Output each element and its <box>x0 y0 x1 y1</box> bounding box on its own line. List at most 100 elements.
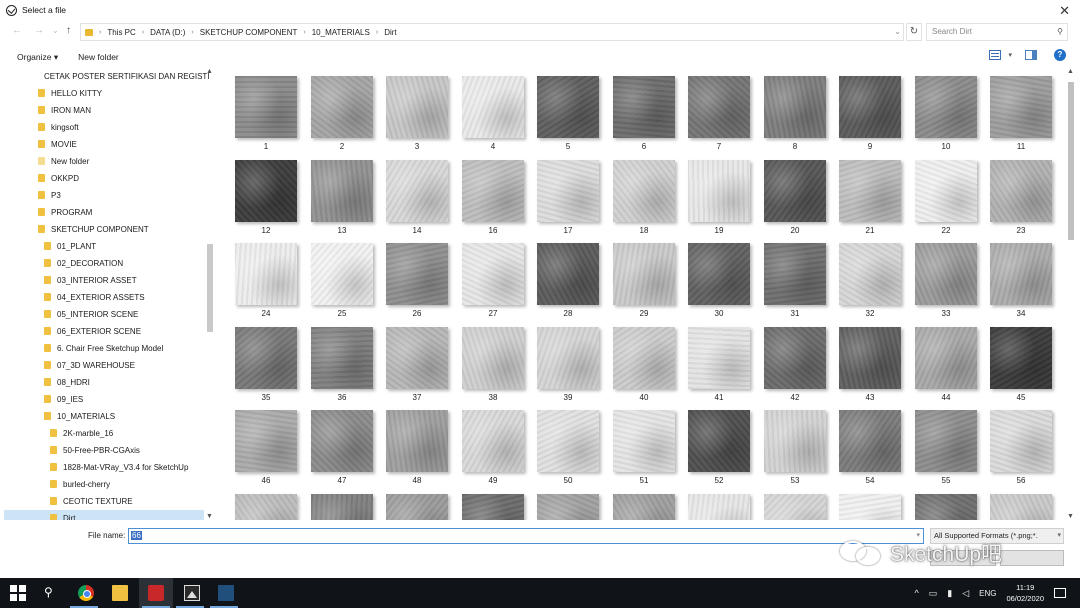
sidebar-folder-item[interactable]: 02_DECORATION <box>0 255 205 271</box>
sidebar-folder-item[interactable]: 06_EXTERIOR SCENE <box>0 323 205 339</box>
file-type-dropdown-icon[interactable]: ▾ <box>1057 529 1061 543</box>
sidebar-folder-item[interactable]: 2K-marble_16 <box>0 425 205 441</box>
texture-thumbnail[interactable] <box>386 327 448 389</box>
change-view-icon[interactable] <box>989 50 1002 60</box>
texture-thumbnail[interactable] <box>613 243 675 305</box>
cancel-button[interactable] <box>1000 550 1064 566</box>
texture-thumbnail[interactable] <box>462 327 524 389</box>
texture-thumbnail[interactable] <box>311 76 373 138</box>
help-icon[interactable]: ? <box>1054 49 1066 61</box>
texture-thumbnail[interactable] <box>839 76 901 138</box>
refresh-icon[interactable]: ↻ <box>906 23 922 41</box>
sidebar-folder-item[interactable]: MOVIE <box>0 136 205 152</box>
texture-thumbnail[interactable] <box>688 76 750 138</box>
texture-thumbnail[interactable] <box>311 494 373 520</box>
texture-thumbnail[interactable] <box>915 494 977 520</box>
texture-thumbnail[interactable] <box>613 76 675 138</box>
texture-thumbnail[interactable] <box>839 327 901 389</box>
scrollbar-thumb[interactable] <box>1068 82 1074 240</box>
texture-thumbnail[interactable] <box>537 327 599 389</box>
texture-thumbnail[interactable] <box>386 243 448 305</box>
new-folder-button[interactable]: New folder <box>78 52 119 62</box>
texture-thumbnail[interactable] <box>839 160 901 222</box>
show-hidden-icons-icon[interactable]: ^ <box>914 588 918 598</box>
texture-thumbnail[interactable] <box>990 243 1052 305</box>
texture-thumbnail[interactable] <box>537 76 599 138</box>
texture-thumbnail[interactable] <box>688 410 750 472</box>
texture-thumbnail[interactable] <box>311 243 373 305</box>
close-icon[interactable]: ✕ <box>1059 3 1070 19</box>
texture-thumbnail[interactable] <box>462 160 524 222</box>
texture-thumbnail[interactable] <box>386 76 448 138</box>
scroll-down-icon[interactable]: ▼ <box>1067 513 1074 520</box>
breadcrumb-this-pc[interactable]: This PC <box>107 28 135 37</box>
texture-thumbnail[interactable] <box>764 327 826 389</box>
sketchup-icon[interactable] <box>148 585 164 601</box>
sidebar-folder-item[interactable]: OKKPD <box>0 170 205 186</box>
sidebar-folder-item[interactable]: 03_INTERIOR ASSET <box>0 272 205 288</box>
up-arrow-icon[interactable]: ↑ <box>66 25 71 36</box>
navigation-scrollbar[interactable]: ▲ ▼ <box>205 68 214 520</box>
texture-thumbnail[interactable] <box>915 160 977 222</box>
sidebar-folder-item[interactable]: HELLO KITTY <box>0 85 205 101</box>
texture-thumbnail[interactable] <box>764 410 826 472</box>
forward-arrow-icon[interactable]: → <box>34 25 44 36</box>
texture-thumbnail[interactable] <box>990 160 1052 222</box>
texture-thumbnail[interactable] <box>235 243 297 305</box>
texture-thumbnail[interactable] <box>235 327 297 389</box>
texture-thumbnail[interactable] <box>839 243 901 305</box>
sidebar-folder-item[interactable]: 01_PLANT <box>0 238 205 254</box>
view-dropdown-icon[interactable]: ▾ <box>1008 51 1012 59</box>
texture-thumbnail[interactable] <box>386 410 448 472</box>
sidebar-folder-item[interactable]: P3 <box>0 187 205 203</box>
texture-thumbnail[interactable] <box>537 243 599 305</box>
sidebar-folder-item[interactable]: New folder <box>0 153 205 169</box>
network-icon[interactable]: ▭ <box>929 588 938 599</box>
volume-icon[interactable]: ◁ <box>962 588 969 599</box>
texture-thumbnail[interactable] <box>235 494 297 520</box>
breadcrumb-data-drive[interactable]: DATA (D:) <box>150 28 185 37</box>
sidebar-folder-item[interactable]: 08_HDRI <box>0 374 205 390</box>
clock[interactable]: 11:19 06/02/2020 <box>1006 582 1044 604</box>
texture-thumbnail[interactable] <box>235 160 297 222</box>
back-arrow-icon[interactable]: ← <box>12 25 22 36</box>
notification-icon[interactable] <box>1054 588 1066 598</box>
texture-thumbnail[interactable] <box>764 160 826 222</box>
sidebar-folder-item[interactable]: Dirt <box>4 510 204 520</box>
texture-thumbnail[interactable] <box>613 327 675 389</box>
texture-thumbnail[interactable] <box>990 494 1052 520</box>
texture-thumbnail[interactable] <box>235 410 297 472</box>
texture-thumbnail[interactable] <box>915 327 977 389</box>
texture-thumbnail[interactable] <box>311 160 373 222</box>
texture-thumbnail[interactable] <box>688 494 750 520</box>
texture-thumbnail[interactable] <box>462 243 524 305</box>
sidebar-folder-item[interactable]: 09_IES <box>0 391 205 407</box>
texture-thumbnail[interactable] <box>613 494 675 520</box>
texture-thumbnail[interactable] <box>990 410 1052 472</box>
file-explorer-icon[interactable] <box>112 585 128 601</box>
scrollbar-thumb[interactable] <box>207 244 213 332</box>
texture-thumbnail[interactable] <box>839 494 901 520</box>
chrome-icon[interactable] <box>78 585 94 601</box>
file-grid-scrollbar[interactable]: ▲ ▼ <box>1066 68 1076 520</box>
texture-thumbnail[interactable] <box>613 410 675 472</box>
texture-thumbnail[interactable] <box>688 160 750 222</box>
texture-thumbnail[interactable] <box>990 76 1052 138</box>
texture-thumbnail[interactable] <box>311 410 373 472</box>
sidebar-folder-item[interactable]: 04_EXTERIOR ASSETS <box>0 289 205 305</box>
sidebar-folder-item[interactable]: IRON MAN <box>0 102 205 118</box>
texture-thumbnail[interactable] <box>915 243 977 305</box>
sidebar-folder-item[interactable]: 50-Free-PBR-CGAxis <box>0 442 205 458</box>
sidebar-folder-item[interactable]: 05_INTERIOR SCENE <box>0 306 205 322</box>
texture-thumbnail[interactable] <box>537 410 599 472</box>
breadcrumb-dirt[interactable]: Dirt <box>384 28 396 37</box>
breadcrumb[interactable]: › This PC › DATA (D:) › SKETCHUP COMPONE… <box>80 23 904 41</box>
texture-thumbnail[interactable] <box>990 327 1052 389</box>
texture-thumbnail[interactable] <box>688 243 750 305</box>
scroll-up-icon[interactable]: ▲ <box>1067 68 1074 75</box>
texture-thumbnail[interactable] <box>764 76 826 138</box>
file-name-input[interactable]: 66 ▾ <box>128 528 924 544</box>
texture-thumbnail[interactable] <box>462 410 524 472</box>
organize-button[interactable]: Organize ▾ <box>17 52 58 63</box>
sidebar-folder-item[interactable]: CEOTIC TEXTURE <box>0 493 205 509</box>
